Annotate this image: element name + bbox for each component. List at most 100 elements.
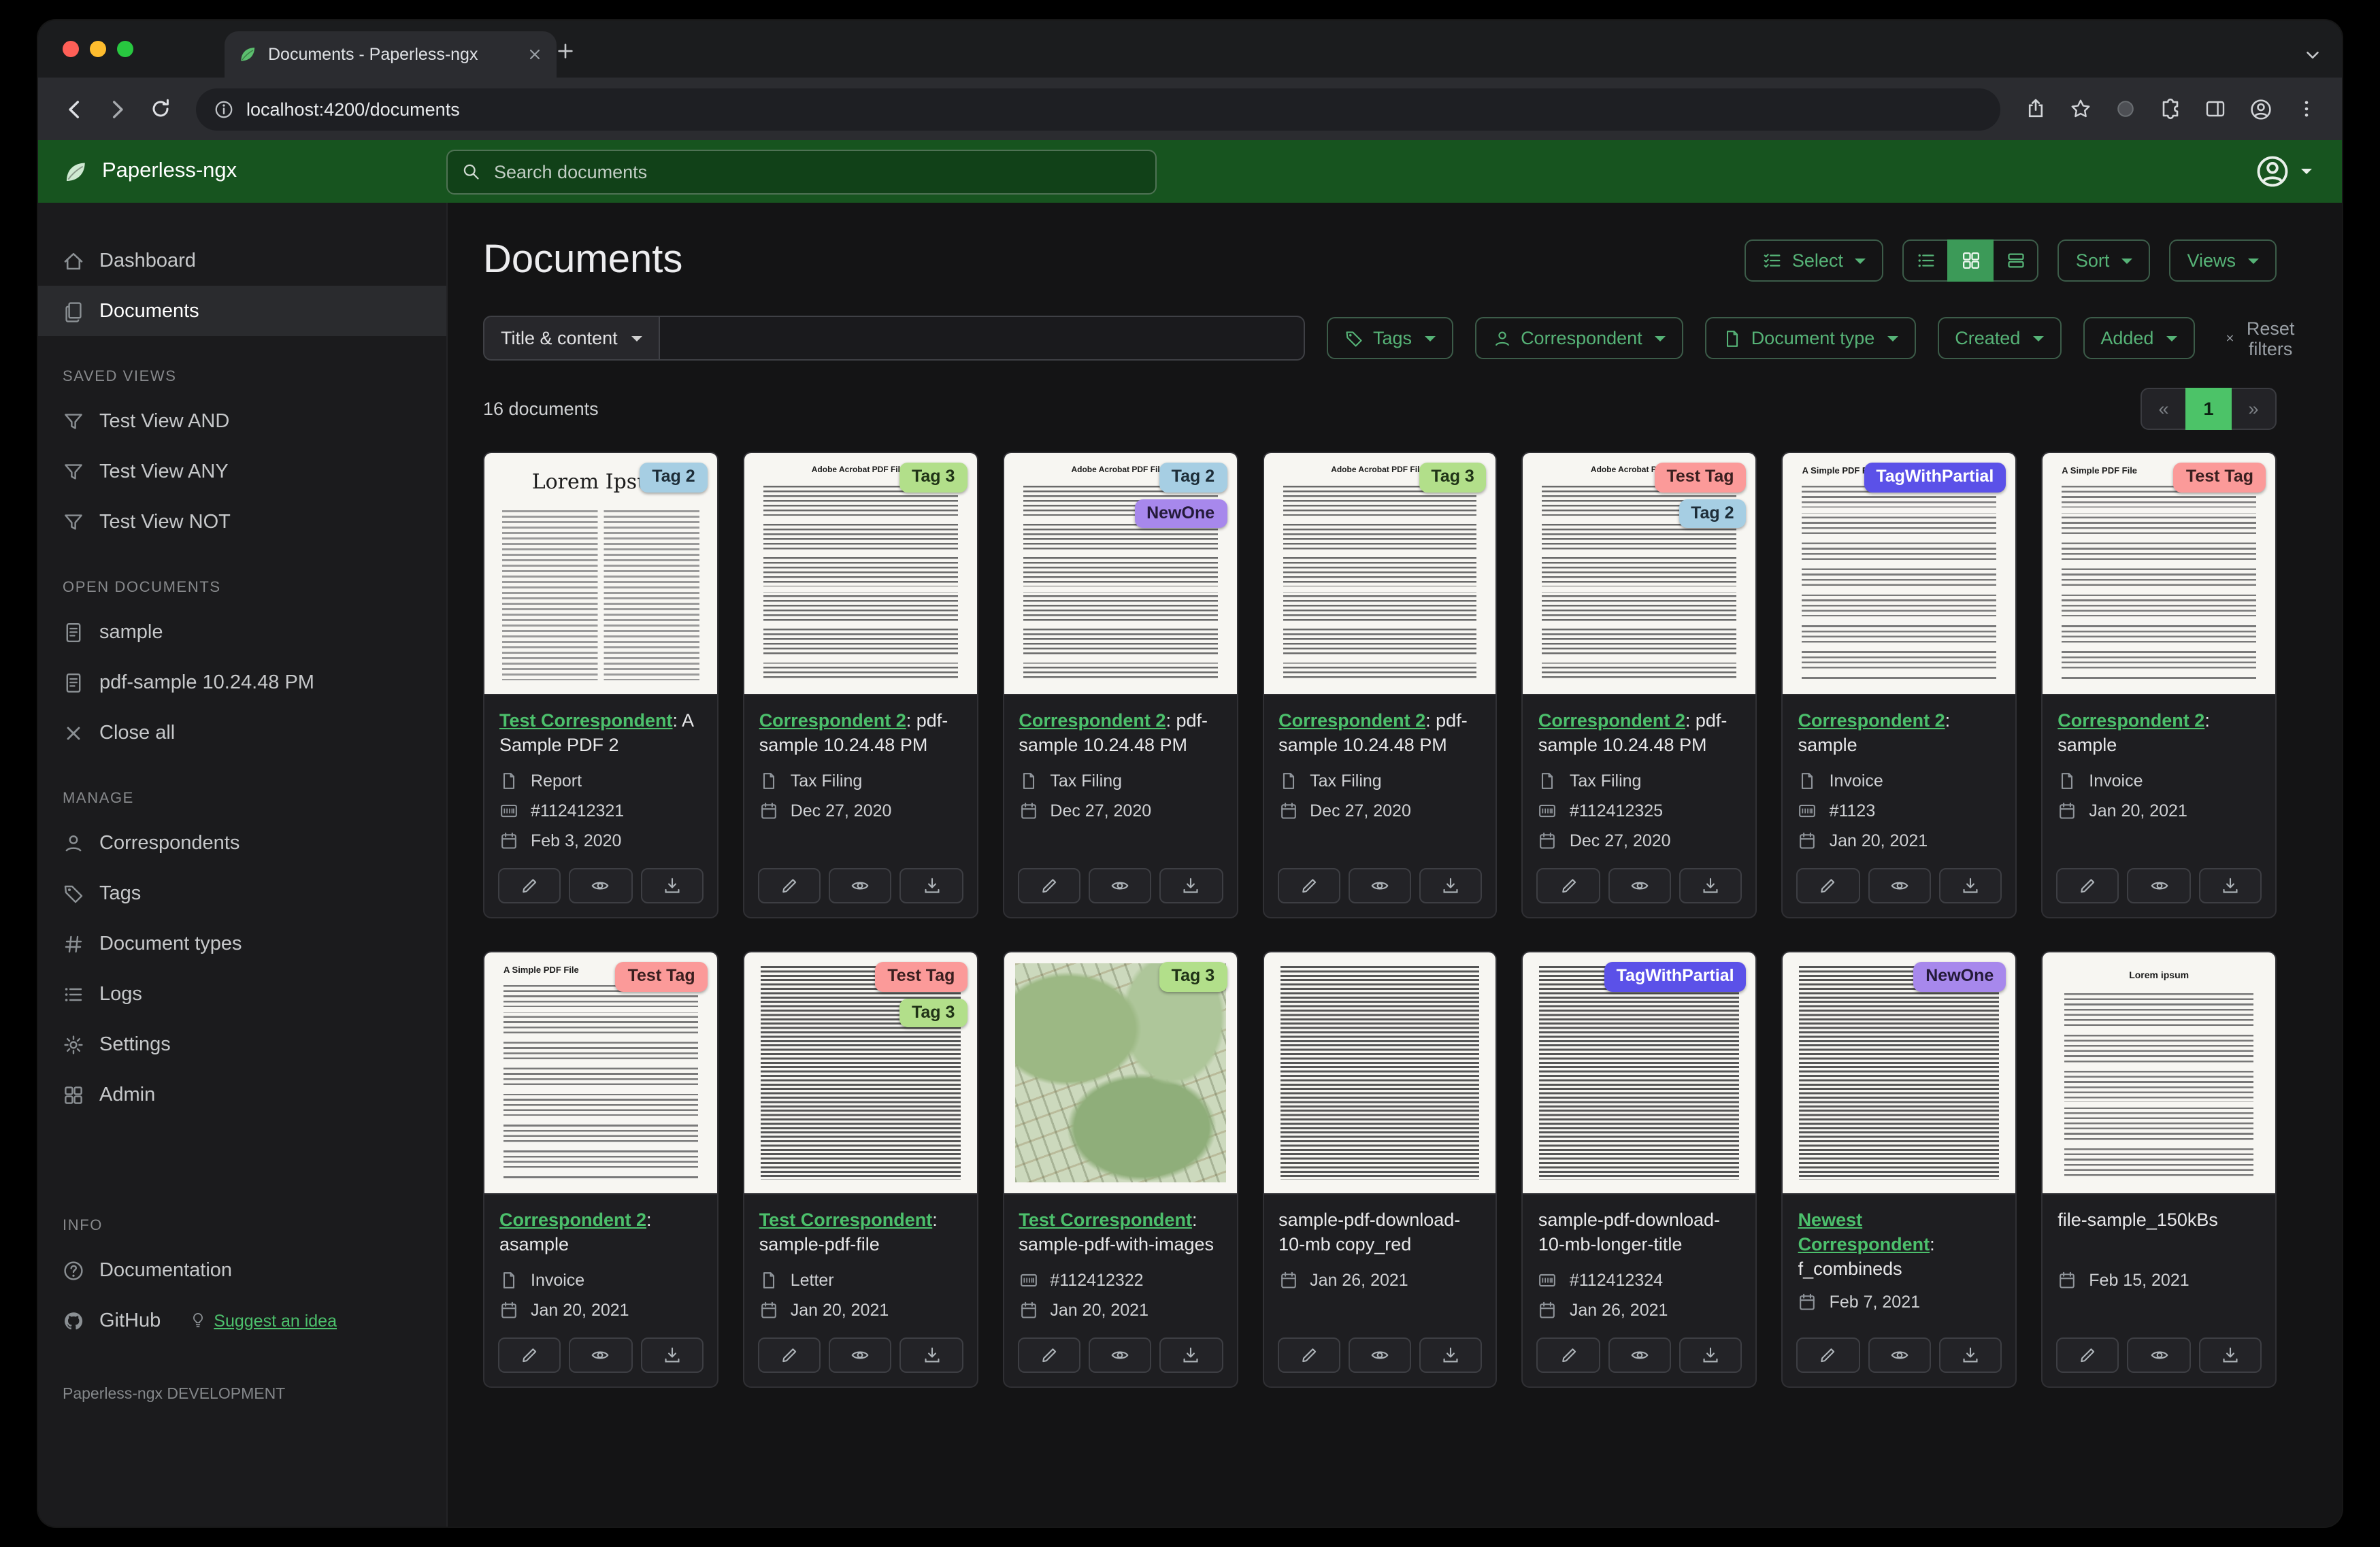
tag-badge[interactable]: Tag 3 xyxy=(1419,463,1487,493)
download-document-button[interactable] xyxy=(2198,868,2262,903)
tag-badge[interactable]: Test Tag xyxy=(1654,463,1747,493)
sidebar-item-tags[interactable]: Tags xyxy=(38,868,446,918)
tag-badge[interactable]: TagWithPartial xyxy=(1864,463,2006,493)
correspondent-link[interactable]: Correspondent 2 xyxy=(1538,710,1685,731)
document-card[interactable]: sample-pdf-download-10-mb copy_red Jan 2… xyxy=(1262,951,1498,1388)
global-search[interactable] xyxy=(446,149,1157,194)
tab-close-icon[interactable] xyxy=(527,46,543,63)
tag-badge[interactable]: Test Tag xyxy=(875,962,968,992)
preview-document-button[interactable] xyxy=(829,868,892,903)
user-menu-button[interactable] xyxy=(2247,152,2320,190)
correspondent-link[interactable]: Newest Correspondent xyxy=(1798,1210,1930,1254)
correspondent-link[interactable]: Correspondent 2 xyxy=(1019,710,1166,731)
suggest-idea-link[interactable]: Suggest an idea xyxy=(189,1311,337,1330)
list-view-button[interactable] xyxy=(1902,239,1949,282)
back-button[interactable] xyxy=(52,87,95,131)
document-type-filter-button[interactable]: Document type xyxy=(1704,317,1916,359)
edit-document-button[interactable] xyxy=(498,868,561,903)
edit-document-button[interactable] xyxy=(1796,868,1860,903)
preview-document-button[interactable] xyxy=(1868,868,1931,903)
preview-document-button[interactable] xyxy=(1348,868,1412,903)
document-card[interactable]: A Simple PDF File Test Tag Correspondent… xyxy=(483,951,718,1388)
reload-button[interactable] xyxy=(139,87,182,131)
side-panel-button[interactable] xyxy=(2204,98,2226,120)
bookmark-button[interactable] xyxy=(2070,98,2092,120)
download-document-button[interactable] xyxy=(1419,868,1483,903)
document-card[interactable]: Adobe Acrobat PDF Files Tag 2 NewOne Cor… xyxy=(1002,452,1238,918)
download-document-button[interactable] xyxy=(1419,1337,1483,1373)
tag-badge[interactable]: Tag 2 xyxy=(1679,499,1747,529)
tags-filter-button[interactable]: Tags xyxy=(1327,317,1453,359)
added-filter-button[interactable]: Added xyxy=(2083,317,2195,359)
share-button[interactable] xyxy=(2025,98,2047,120)
next-page-button[interactable]: » xyxy=(2230,388,2277,430)
download-document-button[interactable] xyxy=(2198,1337,2262,1373)
sidebar-item-open-doc-pdf-sample[interactable]: pdf-sample 10.24.48 PM xyxy=(38,657,446,708)
correspondent-link[interactable]: Correspondent 2 xyxy=(499,1210,646,1230)
preview-document-button[interactable] xyxy=(1608,1337,1671,1373)
tag-badge[interactable]: Tag 2 xyxy=(640,463,708,493)
download-document-button[interactable] xyxy=(899,1337,963,1373)
browser-profile-button[interactable] xyxy=(2249,97,2272,120)
preview-document-button[interactable] xyxy=(1868,1337,1931,1373)
document-card[interactable]: Adobe Acrobat PDF Files Tag 3 Correspond… xyxy=(1262,452,1498,918)
global-search-input[interactable] xyxy=(491,160,1142,183)
edit-document-button[interactable] xyxy=(757,868,821,903)
document-thumbnail[interactable] xyxy=(1263,952,1496,1195)
sidebar-item-correspondents[interactable]: Correspondents xyxy=(38,818,446,868)
sidebar-item-logs[interactable]: Logs xyxy=(38,969,446,1019)
edit-document-button[interactable] xyxy=(498,1337,561,1373)
grid-view-button[interactable] xyxy=(1947,239,1994,282)
preview-document-button[interactable] xyxy=(2127,1337,2191,1373)
document-card[interactable]: Adobe Acrobat PDF Files Tag 3 Correspond… xyxy=(742,452,978,918)
edit-document-button[interactable] xyxy=(1796,1337,1860,1373)
window-minimize-button[interactable] xyxy=(90,41,106,57)
sort-button[interactable]: Sort xyxy=(2057,239,2151,282)
preview-document-button[interactable] xyxy=(1348,1337,1412,1373)
preview-document-button[interactable] xyxy=(1088,1337,1152,1373)
new-tab-button[interactable] xyxy=(547,33,582,68)
page-info-icon[interactable] xyxy=(214,99,234,119)
document-card[interactable]: Lorem Ipsum Tag 2 Test Correspondent: A … xyxy=(483,452,718,918)
preview-document-button[interactable] xyxy=(569,1337,633,1373)
edit-document-button[interactable] xyxy=(1277,1337,1340,1373)
document-card[interactable]: A Simple PDF File Test Tag Correspondent… xyxy=(2041,452,2277,918)
detail-view-button[interactable] xyxy=(1992,239,2039,282)
edit-document-button[interactable] xyxy=(1277,868,1340,903)
tag-badge[interactable]: NewOne xyxy=(1134,499,1227,529)
edit-document-button[interactable] xyxy=(2056,1337,2119,1373)
correspondent-link[interactable]: Correspondent 2 xyxy=(2057,710,2204,731)
edit-document-button[interactable] xyxy=(1536,1337,1600,1373)
correspondent-link[interactable]: Test Correspondent xyxy=(499,710,673,731)
sidebar-item-documents[interactable]: Documents xyxy=(38,286,446,336)
address-bar[interactable]: localhost:4200/documents xyxy=(196,88,2000,130)
extension-action-button[interactable] xyxy=(2115,98,2136,120)
preview-document-button[interactable] xyxy=(1088,868,1152,903)
download-document-button[interactable] xyxy=(899,868,963,903)
edit-document-button[interactable] xyxy=(1536,868,1600,903)
sidebar-item-github[interactable]: GitHub Suggest an idea xyxy=(38,1295,446,1346)
download-document-button[interactable] xyxy=(1159,1337,1223,1373)
tag-badge[interactable]: TagWithPartial xyxy=(1604,962,1747,992)
correspondent-link[interactable]: Test Correspondent xyxy=(759,1210,933,1230)
sidebar-item-admin[interactable]: Admin xyxy=(38,1069,446,1120)
created-filter-button[interactable]: Created xyxy=(1937,317,2062,359)
edit-document-button[interactable] xyxy=(2056,868,2119,903)
download-document-button[interactable] xyxy=(640,1337,704,1373)
document-card[interactable]: Test Tag Tag 3 Test Correspondent: sampl… xyxy=(742,951,978,1388)
document-card[interactable]: A Simple PDF File TagWithPartial Corresp… xyxy=(1781,452,2017,918)
sidebar-item-open-doc-sample[interactable]: sample xyxy=(38,607,446,657)
tag-badge[interactable]: NewOne xyxy=(1913,962,2006,992)
edit-document-button[interactable] xyxy=(1017,1337,1080,1373)
sidebar-item-close-all[interactable]: Close all xyxy=(38,708,446,758)
document-thumbnail[interactable]: Lorem ipsum xyxy=(2043,952,2275,1195)
edit-document-button[interactable] xyxy=(1017,868,1080,903)
tag-badge[interactable]: Test Tag xyxy=(2173,463,2266,493)
correspondent-filter-button[interactable]: Correspondent xyxy=(1474,317,1683,359)
document-card[interactable]: Adobe Acrobat PDF Files Test Tag Tag 2 C… xyxy=(1521,452,1757,918)
correspondent-link[interactable]: Correspondent 2 xyxy=(1278,710,1425,731)
sidebar-item-saved-view-any[interactable]: Test View ANY xyxy=(38,446,446,497)
download-document-button[interactable] xyxy=(1938,1337,2002,1373)
download-document-button[interactable] xyxy=(1938,868,2002,903)
correspondent-link[interactable]: Test Correspondent xyxy=(1019,1210,1192,1230)
